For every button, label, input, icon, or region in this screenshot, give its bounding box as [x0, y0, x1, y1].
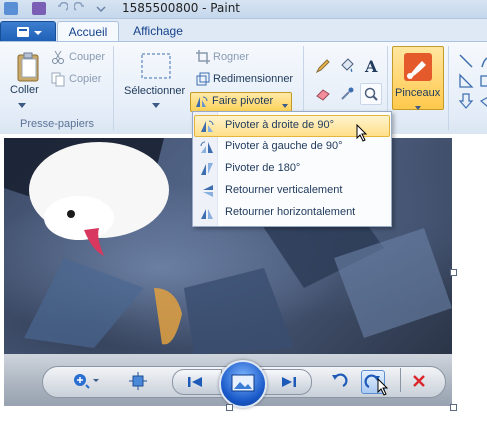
curve-shape-icon[interactable]	[475, 50, 487, 72]
flip-vertical-icon	[200, 184, 214, 198]
copy-icon[interactable]	[48, 69, 68, 89]
undo-icon[interactable]	[56, 1, 69, 15]
redo-icon[interactable]	[73, 1, 84, 15]
magnifier-icon[interactable]	[360, 83, 382, 105]
cut-icon[interactable]	[48, 47, 68, 67]
tab-affichage[interactable]: Affichage	[122, 21, 194, 41]
menu-item-rotate-180[interactable]: Pivoter de 180°	[195, 159, 389, 179]
rotate-icon	[194, 95, 208, 109]
color-picker-icon[interactable]	[336, 83, 358, 105]
menu-item-label: Retourner horizontalement	[225, 206, 356, 218]
brushes-dropdown-icon	[415, 101, 421, 113]
paste-dropdown-icon[interactable]	[16, 100, 28, 112]
rectangle-shape-icon[interactable]	[475, 70, 487, 92]
menu-item-flip-horizontal[interactable]: Retourner horizontalement	[195, 203, 389, 223]
save-icon[interactable]	[32, 2, 46, 15]
cut-label[interactable]: Couper	[69, 51, 105, 63]
ribbon-separator	[448, 46, 449, 130]
brushes-button[interactable]: Pinceaux	[392, 46, 444, 110]
select-label[interactable]: Sélectionner	[124, 85, 185, 97]
file-menu-button[interactable]	[0, 21, 56, 43]
resize-label[interactable]: Redimensionner	[213, 73, 293, 85]
flip-horizontal-icon	[200, 206, 214, 220]
arrow-down-shape-icon[interactable]	[455, 90, 477, 112]
pencil-icon[interactable]	[312, 55, 334, 77]
clipboard-group-label: Presse-papiers	[20, 118, 94, 130]
mouse-cursor-icon	[356, 123, 368, 145]
paste-label[interactable]: Coller	[10, 84, 39, 96]
crop-icon[interactable]	[194, 48, 212, 66]
menu-item-label: Pivoter de 180°	[225, 162, 301, 174]
rotate-180-icon	[200, 162, 214, 176]
slideshow-icon	[231, 373, 255, 396]
select-icon[interactable]	[138, 50, 174, 82]
brushes-label: Pinceaux	[395, 87, 441, 99]
delete-icon[interactable]	[412, 374, 426, 388]
menu-item-label: Retourner verticalement	[225, 184, 343, 196]
next-icon	[281, 375, 297, 392]
menu-item-label: Pivoter à droite de 90°	[225, 119, 334, 131]
select-dropdown-icon[interactable]	[150, 100, 162, 112]
mouse-cursor-icon	[377, 377, 389, 399]
paste-icon[interactable]	[14, 50, 42, 84]
fill-bucket-icon[interactable]	[336, 55, 358, 77]
brush-icon	[402, 51, 434, 83]
previous-icon	[187, 375, 203, 392]
triangle-shape-icon[interactable]	[455, 70, 477, 92]
tab-accueil[interactable]: Accueil	[57, 21, 119, 42]
line-shape-icon[interactable]	[455, 50, 477, 72]
ribbon-separator	[113, 46, 114, 130]
text-icon[interactable]: A	[360, 55, 382, 77]
rotate-left-90-icon	[200, 140, 214, 154]
resize-handle-corner[interactable]	[450, 404, 457, 411]
zoom-icon[interactable]	[72, 372, 102, 390]
star-shape-icon[interactable]	[475, 90, 487, 112]
resize-icon[interactable]	[194, 70, 212, 88]
paint-app-icon[interactable]	[4, 2, 18, 15]
fit-window-icon[interactable]	[128, 372, 148, 390]
slideshow-button[interactable]	[219, 360, 267, 408]
rotate-right-90-icon	[200, 119, 214, 133]
eraser-icon[interactable]	[312, 83, 334, 105]
rotate-left-icon[interactable]	[330, 372, 348, 390]
window-title: 1585500800 - Paint	[122, 1, 241, 15]
viewer-separator	[400, 368, 401, 392]
rotate-label: Faire pivoter	[212, 95, 274, 107]
menu-item-label: Pivoter à gauche de 90°	[225, 140, 343, 152]
resize-handle-right[interactable]	[450, 269, 457, 276]
previous-button[interactable]	[172, 369, 222, 395]
resize-handle-bottom[interactable]	[226, 404, 233, 411]
crop-label[interactable]: Rogner	[213, 51, 249, 63]
rotate-button[interactable]: Faire pivoter	[190, 92, 292, 112]
rotate-dropdown-icon	[282, 99, 288, 111]
copy-label[interactable]: Copier	[69, 73, 101, 85]
next-button[interactable]	[262, 369, 312, 395]
quick-access-dropdown-icon[interactable]	[96, 2, 106, 15]
svg-text:A: A	[364, 58, 378, 74]
menu-item-flip-vertical[interactable]: Retourner verticalement	[195, 181, 389, 201]
title-bar: 1585500800 - Paint	[0, 0, 487, 19]
